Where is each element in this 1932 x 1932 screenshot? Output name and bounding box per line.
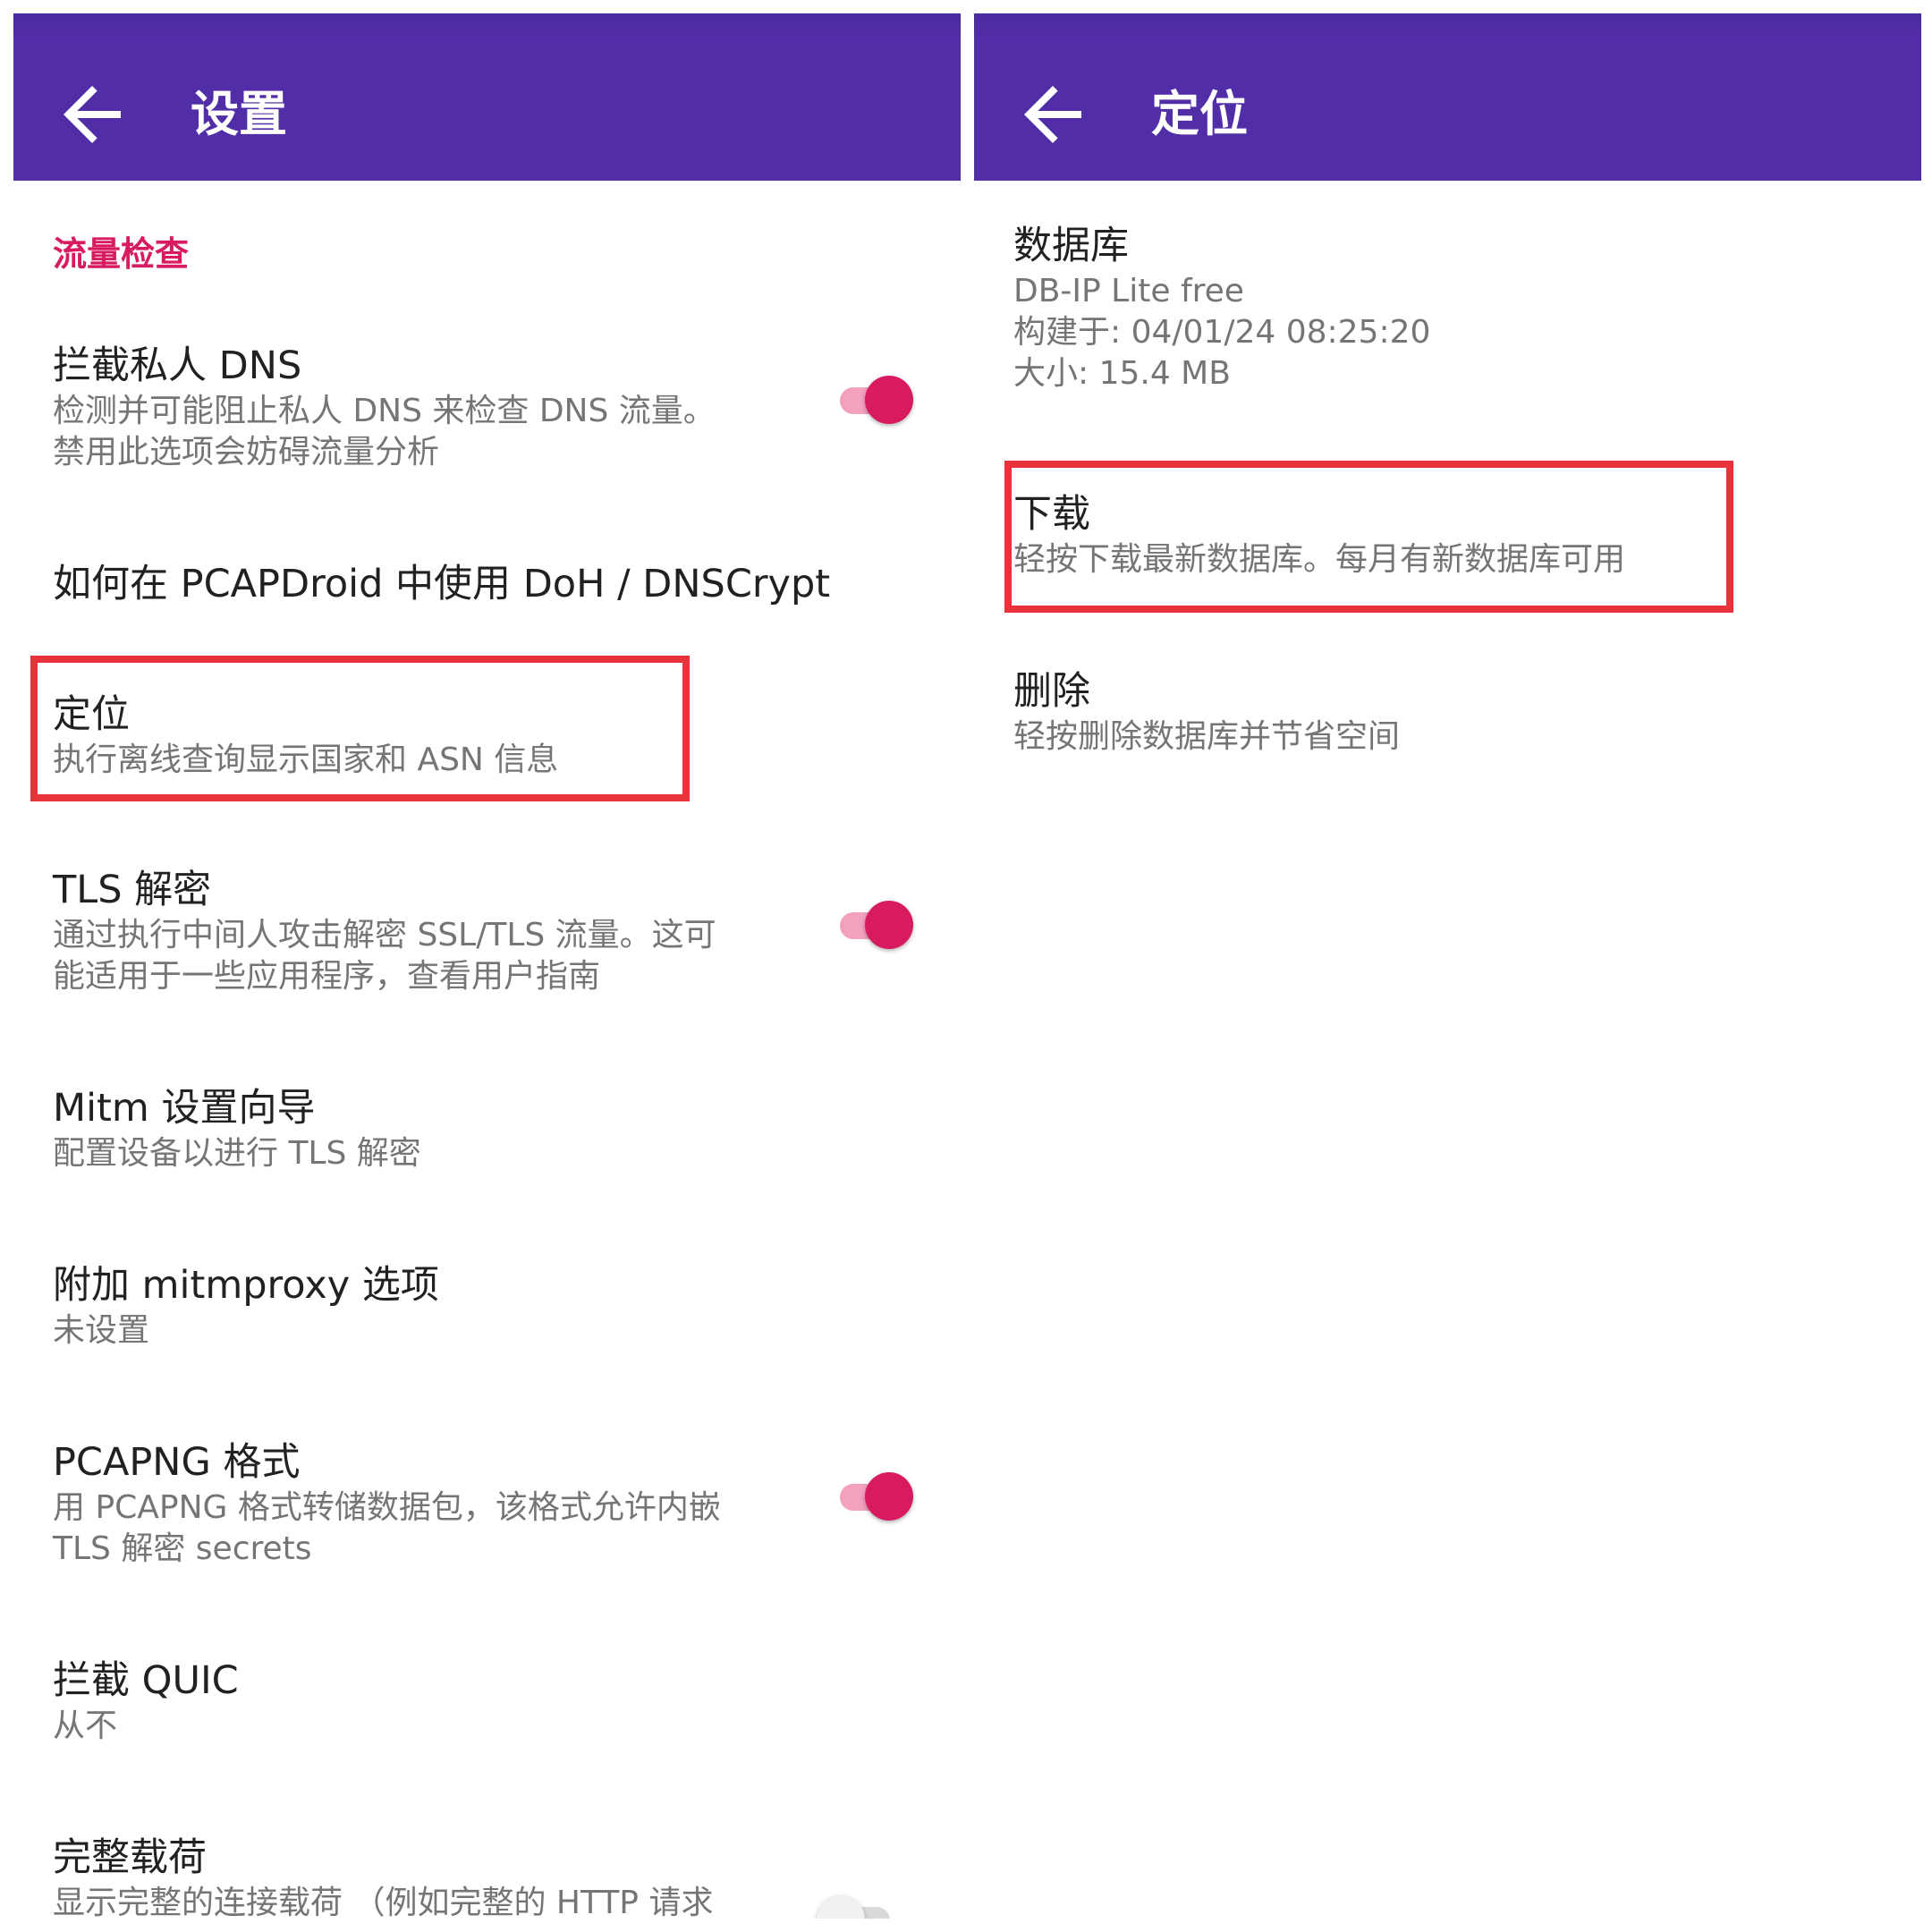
pref-title: 附加 mitmproxy 选项	[53, 1263, 439, 1308]
pref-summary: 执行离线查询显示国家和 ASN 信息	[53, 741, 559, 778]
pref-pcapng-format[interactable]: PCAPNG 格式 用 PCAPNG 格式转储数据包，该格式允许内嵌 TLS 解…	[53, 1437, 721, 1570]
pref-doh-dnscrypt-howto[interactable]: 如何在 PCAPDroid 中使用 DoH / DNSCrypt	[53, 559, 830, 609]
pref-full-payload[interactable]: 完整载荷 显示完整的连接载荷 （例如完整的 HTTP 请求	[53, 1833, 713, 1919]
pref-title: 如何在 PCAPDroid 中使用 DoH / DNSCrypt	[53, 562, 831, 606]
page-title: 设置	[191, 86, 287, 142]
status-bar	[13, 13, 961, 38]
pref-title: PCAPNG 格式	[53, 1440, 301, 1485]
back-button[interactable]	[49, 72, 135, 157]
switch-thumb	[865, 901, 913, 949]
block-private-dns-switch[interactable]	[835, 369, 915, 424]
pref-block-quic[interactable]: 拦截 QUIC 从不	[53, 1656, 239, 1747]
pref-title: 完整载荷	[53, 1835, 207, 1880]
pref-summary: 配置设备以进行 TLS 解密	[53, 1135, 421, 1172]
pref-title: 数据库	[1013, 224, 1129, 268]
pref-block-private-dns[interactable]: 拦截私人 DNS 检测并可能阻止私人 DNS 来检查 DNS 流量。 禁用此选项…	[53, 341, 716, 473]
pref-title: 删除	[1013, 669, 1090, 714]
settings-app-bar: 设置	[13, 13, 961, 181]
pref-summary: TLS 解密 secrets	[53, 1530, 312, 1567]
status-bar	[974, 13, 1921, 38]
pref-title: 拦截 QUIC	[53, 1658, 239, 1703]
pref-title: TLS 解密	[53, 868, 212, 912]
settings-screen: 设置 流量检查 拦截私人 DNS 检测并可能阻止私人 DNS 来检查 DNS 流…	[13, 13, 961, 1919]
pref-summary: 用 PCAPNG 格式转储数据包，该格式允许内嵌	[53, 1489, 721, 1526]
pref-title: 下载	[1013, 492, 1090, 537]
screenshot-canvas: 设置 流量检查 拦截私人 DNS 检测并可能阻止私人 DNS 来检查 DNS 流…	[0, 0, 1932, 1932]
switch-thumb	[817, 1895, 865, 1919]
switch-thumb	[865, 1472, 913, 1521]
pref-download-database[interactable]: 下载 轻按下载最新数据库。每月有新数据库可用	[1013, 489, 1625, 580]
pref-database-info: 数据库 DB-IP Lite free 构建于: 04/01/24 08:25:…	[1013, 221, 1430, 394]
pref-summary: 轻按删除数据库并节省空间	[1013, 718, 1401, 755]
pref-title: Mitm 设置向导	[53, 1086, 316, 1131]
pref-summary: 通过执行中间人攻击解密 SSL/TLS 流量。这可	[53, 917, 716, 953]
page-title: 定位	[1151, 86, 1248, 142]
switch-thumb	[865, 376, 913, 424]
pref-summary: 显示完整的连接载荷 （例如完整的 HTTP 请求	[53, 1885, 714, 1919]
pref-summary: 从不	[53, 1707, 118, 1744]
pref-mitm-setup-wizard[interactable]: Mitm 设置向导 配置设备以进行 TLS 解密	[53, 1083, 421, 1174]
pref-summary: 禁用此选项会妨碍流量分析	[53, 434, 440, 470]
pref-summary: 检测并可能阻止私人 DNS 来检查 DNS 流量。	[53, 393, 716, 429]
pref-summary: 构建于: 04/01/24 08:25:20	[1013, 314, 1431, 351]
pref-mitmproxy-options[interactable]: 附加 mitmproxy 选项 未设置	[53, 1260, 439, 1352]
pref-title: 定位	[53, 692, 130, 737]
tls-decryption-switch[interactable]	[835, 894, 915, 949]
full-payload-switch[interactable]	[817, 1889, 897, 1919]
category-traffic-inspection: 流量检查	[53, 234, 190, 274]
pref-tls-decryption[interactable]: TLS 解密 通过执行中间人攻击解密 SSL/TLS 流量。这可 能适用于一些应…	[53, 865, 716, 997]
back-button[interactable]	[1010, 72, 1096, 157]
pref-title: 拦截私人 DNS	[53, 343, 302, 388]
arrow-back-icon	[1024, 86, 1081, 143]
pref-summary: 未设置	[53, 1312, 150, 1349]
pref-geolocation[interactable]: 定位 执行离线查询显示国家和 ASN 信息	[53, 690, 558, 781]
pref-summary: DB-IP Lite free	[1013, 273, 1244, 309]
pref-delete-database[interactable]: 删除 轻按删除数据库并节省空间	[1013, 666, 1400, 758]
pref-summary: 能适用于一些应用程序，查看用户指南	[53, 958, 601, 995]
pcapng-format-switch[interactable]	[835, 1466, 915, 1521]
pref-summary: 大小: 15.4 MB	[1013, 355, 1231, 392]
pref-summary: 轻按下载最新数据库。每月有新数据库可用	[1013, 541, 1626, 578]
geolocation-screen: 定位 数据库 DB-IP Lite free 构建于: 04/01/24 08:…	[974, 13, 1921, 1919]
geolocation-app-bar: 定位	[974, 13, 1921, 181]
arrow-back-icon	[64, 86, 121, 143]
